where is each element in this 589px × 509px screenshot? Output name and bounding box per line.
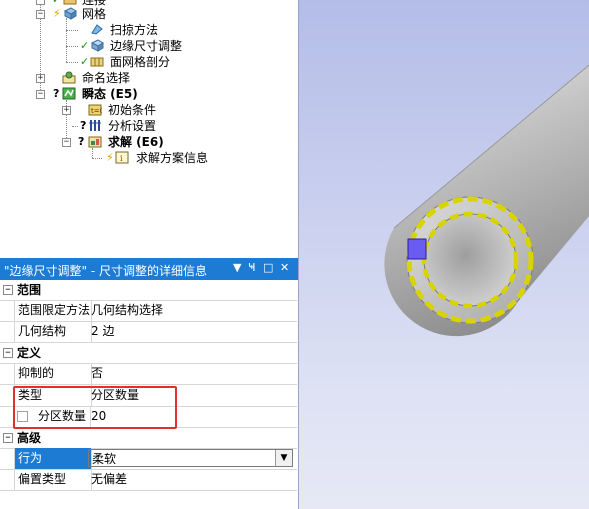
edge-sizing-icon bbox=[90, 39, 104, 52]
tree-item-initial-conditions[interactable]: + t=0 初始条件 bbox=[0, 102, 298, 118]
collapse-toggle[interactable]: − bbox=[3, 433, 13, 443]
lightning-icon: ⚡ bbox=[53, 7, 61, 20]
collapse-toggle[interactable]: − bbox=[36, 90, 45, 99]
tree-item-solution-information[interactable]: ⚡ i 求解方案信息 bbox=[0, 150, 298, 166]
collapse-toggle[interactable]: − bbox=[3, 348, 13, 358]
expand-toggle[interactable]: + bbox=[62, 106, 71, 115]
details-panel: "边缘尺寸调整" - 尺寸调整的详细信息 ▼ Ҹ □ ✕ − 范围 范围限定方法… bbox=[0, 258, 299, 509]
named-selections-icon bbox=[62, 71, 76, 84]
check-icon: ✓ bbox=[80, 39, 90, 52]
transient-analysis-icon bbox=[62, 87, 76, 100]
property-row-selected[interactable]: 行为 柔软 ▼ bbox=[0, 448, 297, 470]
tree-item-edge-sizing[interactable]: ✓ 边缘尺寸调整 bbox=[0, 38, 298, 54]
outline-tree: − ✓ 连接 − ⚡ 网格 扫掠方法 ✓ 边缘尺寸调整 ✓ 面网格剖分 + 命名… bbox=[0, 0, 298, 256]
tree-item-sweep-method[interactable]: 扫掠方法 bbox=[0, 22, 298, 38]
sweep-method-icon bbox=[91, 24, 103, 35]
collapse-toggle[interactable]: − bbox=[62, 138, 71, 147]
chevron-down-icon[interactable]: ▼ bbox=[275, 450, 292, 466]
question-icon: ? bbox=[53, 87, 60, 100]
highlight-annotation-box bbox=[13, 386, 177, 429]
tree-item-named-selections[interactable]: + 命名选择 bbox=[0, 70, 298, 86]
section-scope[interactable]: − 范围 bbox=[0, 280, 297, 301]
section-definition[interactable]: − 定义 bbox=[0, 343, 297, 364]
menu-dropdown-icon[interactable]: ▼ bbox=[233, 261, 241, 274]
pin-icon[interactable]: Ҹ bbox=[248, 261, 256, 274]
maximize-icon[interactable]: □ bbox=[263, 261, 273, 274]
property-row[interactable]: 偏置类型 无偏差 bbox=[0, 469, 297, 491]
tree-item-mesh[interactable]: − ⚡ 网格 bbox=[0, 6, 298, 22]
lightning-icon: ⚡ bbox=[106, 151, 114, 164]
tree-item-solution[interactable]: − ? 求解 (E6) bbox=[0, 134, 298, 150]
svg-text:i: i bbox=[120, 154, 123, 163]
section-advanced[interactable]: − 高级 bbox=[0, 428, 297, 449]
behavior-dropdown[interactable]: 柔软 ▼ bbox=[88, 449, 293, 467]
face-meshing-icon bbox=[90, 57, 104, 67]
analysis-settings-icon bbox=[89, 120, 101, 131]
collapse-toggle[interactable]: − bbox=[36, 0, 45, 5]
collapse-toggle[interactable]: − bbox=[36, 10, 45, 19]
question-icon: ? bbox=[80, 119, 87, 132]
vertex-marker bbox=[407, 238, 427, 260]
initial-conditions-icon: t=0 bbox=[88, 104, 102, 116]
tree-item-analysis-settings[interactable]: ? 分析设置 bbox=[0, 118, 298, 134]
property-row[interactable]: 几何结构 2 边 bbox=[0, 321, 297, 343]
collapse-toggle[interactable]: − bbox=[3, 285, 13, 295]
details-title-bar: "边缘尺寸调整" - 尺寸调整的详细信息 ▼ Ҹ □ ✕ bbox=[0, 258, 298, 280]
graphics-viewport[interactable] bbox=[299, 0, 589, 509]
details-title: "边缘尺寸调整" - 尺寸调整的详细信息 bbox=[4, 264, 207, 278]
tree-item-transient[interactable]: − ? 瞬态 (E5) bbox=[0, 86, 298, 102]
mesh-icon bbox=[63, 7, 77, 20]
close-icon[interactable]: ✕ bbox=[280, 261, 289, 274]
check-icon: ✓ bbox=[80, 55, 90, 68]
question-icon: ? bbox=[78, 135, 85, 148]
solution-icon bbox=[88, 136, 102, 148]
property-row[interactable]: 范围限定方法 几何结构选择 bbox=[0, 300, 297, 322]
property-row[interactable]: 抑制的 否 bbox=[0, 363, 297, 385]
tree-item-face-meshing[interactable]: ✓ 面网格剖分 bbox=[0, 54, 298, 70]
solution-information-icon: i bbox=[115, 151, 129, 164]
pipe-geometry[interactable] bbox=[299, 0, 589, 509]
expand-toggle[interactable]: + bbox=[36, 74, 45, 83]
svg-text:t=0: t=0 bbox=[91, 107, 102, 115]
